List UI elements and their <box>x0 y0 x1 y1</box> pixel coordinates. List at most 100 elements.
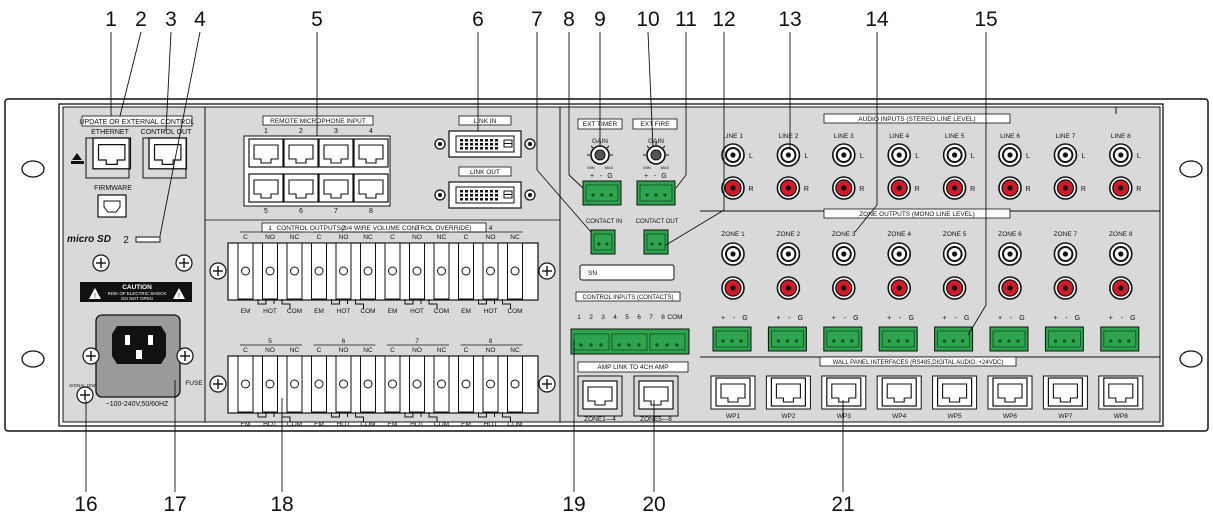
zone-output-jack[interactable] <box>721 242 745 266</box>
channel-r-label: R <box>970 186 975 193</box>
zone-output-jack[interactable] <box>887 242 912 266</box>
remote-mic-port-4[interactable] <box>353 138 389 168</box>
zone-output-terminal[interactable] <box>1044 326 1084 352</box>
signal-gnd-screw[interactable] <box>76 386 94 404</box>
zone-output-red-jack[interactable] <box>887 276 912 300</box>
terminal-screw[interactable] <box>360 355 376 413</box>
zone-output-terminal[interactable] <box>712 326 752 352</box>
zone-output-terminal[interactable] <box>823 326 863 352</box>
line-input-right-jack[interactable] <box>1053 176 1078 200</box>
terminal-screw[interactable] <box>262 242 278 300</box>
wall-panel-port[interactable] <box>770 377 807 407</box>
wall-panel-port[interactable] <box>715 377 751 407</box>
terminal-screw[interactable] <box>335 355 352 413</box>
wall-panel-label: WP7 <box>1058 413 1072 420</box>
amp-link-zone1-4-port[interactable] <box>582 380 618 410</box>
line-input-right-jack[interactable] <box>887 176 912 200</box>
line-input-right-jack[interactable] <box>721 176 745 200</box>
micro-sd-slot[interactable] <box>135 236 161 243</box>
contact-in-terminal[interactable] <box>590 229 616 255</box>
zone-output-red-jack[interactable] <box>942 276 967 300</box>
update-header: UPDATE OR EXTERNAL CONTROL <box>79 119 194 126</box>
terminal-screw[interactable] <box>507 242 523 300</box>
zone-output-jack[interactable] <box>776 242 801 266</box>
terminal-screw[interactable] <box>237 242 254 300</box>
line-input-left-jack[interactable] <box>1053 143 1078 167</box>
firmware-usb-port[interactable] <box>97 194 127 218</box>
line-input-right-jack[interactable] <box>831 176 856 200</box>
remote-mic-port-5[interactable] <box>248 173 284 203</box>
ext-fire-terminal[interactable] <box>636 180 676 206</box>
zone-output-jack[interactable] <box>831 242 856 266</box>
terminal-screw[interactable] <box>482 242 499 300</box>
terminal-screw[interactable] <box>384 355 401 413</box>
wall-panel-port[interactable] <box>1047 377 1084 407</box>
terminal-label: NC <box>437 347 447 354</box>
control-out-port[interactable] <box>148 137 188 170</box>
zone-output-jack[interactable] <box>942 242 967 266</box>
remote-mic-port-8[interactable] <box>353 173 389 203</box>
contact-out-terminal[interactable] <box>643 229 669 255</box>
terminal-screw[interactable] <box>433 355 450 413</box>
line-input-left-jack[interactable] <box>831 143 856 167</box>
terminal-screw[interactable] <box>262 355 278 413</box>
zone-output-jack[interactable] <box>1053 242 1078 266</box>
remote-mic-port-7[interactable] <box>318 173 354 203</box>
wall-panel-port[interactable] <box>826 377 862 407</box>
wall-panel-port[interactable] <box>881 377 917 407</box>
terminal-label: C <box>464 234 469 241</box>
zone-output-red-jack[interactable] <box>721 276 745 300</box>
zone-output-red-jack[interactable] <box>776 276 801 300</box>
line-input-left-jack[interactable] <box>887 143 912 167</box>
zone-pin-label: + <box>776 315 780 322</box>
ext-timer-terminal[interactable] <box>582 180 622 206</box>
wall-panel-port[interactable] <box>1103 377 1139 407</box>
zone-output-terminal[interactable] <box>934 326 974 352</box>
terminal-label: NC <box>437 234 447 241</box>
zone-output-terminal[interactable] <box>989 326 1029 352</box>
terminal-screw[interactable] <box>458 355 474 413</box>
remote-mic-port-3[interactable] <box>318 138 354 168</box>
terminal-screw[interactable] <box>507 355 523 413</box>
terminal-screw[interactable] <box>409 242 425 300</box>
terminal-screw[interactable] <box>286 242 303 300</box>
terminal-screw[interactable] <box>409 355 425 413</box>
terminal-label: HOT <box>484 308 498 315</box>
zone-output-red-jack[interactable] <box>1053 276 1078 300</box>
zone-output-jack[interactable] <box>998 242 1022 266</box>
terminal-screw[interactable] <box>311 242 327 300</box>
line-input-right-jack[interactable] <box>1109 176 1133 200</box>
terminal-screw[interactable] <box>360 242 376 300</box>
ethernet-port[interactable] <box>92 137 132 170</box>
terminal-screw[interactable] <box>384 242 401 300</box>
terminal-screw[interactable] <box>311 355 327 413</box>
zone-output-terminal[interactable] <box>878 326 918 352</box>
zone-output-terminal[interactable] <box>767 326 807 352</box>
zone-output-red-jack[interactable] <box>1109 276 1133 300</box>
terminal-screw[interactable] <box>458 242 474 300</box>
zone-output-red-jack[interactable] <box>831 276 856 300</box>
line-input-left-jack[interactable] <box>1108 143 1133 167</box>
line-input-right-jack[interactable] <box>942 176 967 200</box>
wall-panel-port[interactable] <box>936 377 973 407</box>
terminal-screw[interactable] <box>482 355 499 413</box>
zone-output-red-jack[interactable] <box>998 276 1022 300</box>
line-input-right-jack[interactable] <box>776 176 801 200</box>
terminal-screw[interactable] <box>433 242 450 300</box>
line-input-left-jack[interactable] <box>721 143 745 167</box>
zone-output-jack[interactable] <box>1108 242 1133 266</box>
amp-link-zone5-8-port[interactable] <box>638 380 674 410</box>
remote-mic-port-6[interactable] <box>283 173 319 203</box>
terminal-screw[interactable] <box>286 355 303 413</box>
line-input-left-jack[interactable] <box>998 143 1022 167</box>
terminal-screw[interactable] <box>237 355 254 413</box>
wall-panel-port[interactable] <box>992 377 1028 407</box>
line-input-right-jack[interactable] <box>998 176 1022 200</box>
remote-mic-port-1[interactable] <box>248 138 284 168</box>
remote-mic-port-2[interactable] <box>283 138 319 168</box>
line-input-left-jack[interactable] <box>776 143 801 167</box>
terminal-screw[interactable] <box>335 242 352 300</box>
terminal-label: NC <box>510 347 520 354</box>
zone-output-terminal[interactable] <box>1100 326 1140 352</box>
line-input-left-jack[interactable] <box>942 143 967 167</box>
